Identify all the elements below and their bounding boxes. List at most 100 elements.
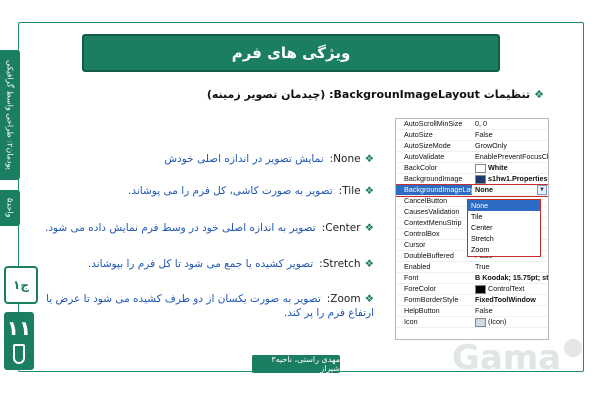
dropdown-option-stretch[interactable]: Stretch [468, 233, 540, 244]
property-row[interactable]: AutoSizeMode GrowOnly [396, 141, 548, 152]
property-name: ControlBox [404, 229, 440, 238]
watermark-text: Gama [452, 338, 562, 378]
chevron-down-icon[interactable]: ▼ [537, 185, 547, 195]
property-name: CausesValidation [404, 207, 460, 216]
section-subtitle-text: تنظیمات BackgrounImageLayout: (چیدمان تص… [206, 88, 531, 101]
property-value-text: (Icon) [488, 317, 507, 326]
property-name: BackgroundImageLayout [396, 185, 472, 195]
property-value-text: ControlText [488, 284, 525, 293]
property-value[interactable]: False [472, 130, 548, 140]
property-row-selected[interactable]: BackgroundImageLayoutNone ▼ [396, 184, 548, 197]
layout-item-stretch: ❖Stretch: تصویر کشیده یا جمع می شود تا کل… [88, 258, 374, 270]
layout-desc: تصویر به اندازه اصلی خود در وسط فرم نمای… [44, 222, 316, 234]
property-name: Font [404, 273, 419, 282]
property-value[interactable]: B Koodak; 15.75pt; style=E [472, 273, 548, 283]
property-row[interactable]: AutoValidate EnablePreventFocusChange [396, 152, 548, 163]
property-name: Enabled [404, 262, 431, 271]
dropdown-option-zoom[interactable]: Zoom [468, 244, 540, 255]
chapter-badge-label: ج۱ [13, 278, 29, 292]
diamond-bullet-icon: ❖ [364, 258, 374, 270]
watermark-icon [564, 339, 582, 357]
footer-author: مهدی راستی، ناحیه۳ شیراز [252, 355, 340, 373]
property-value-text: None [475, 185, 493, 194]
property-row[interactable]: Font B Koodak; 15.75pt; style=E [396, 273, 548, 284]
diamond-bullet-icon: ❖ [364, 185, 374, 197]
page-number-badge: ۱۱ [4, 312, 34, 370]
layout-desc: نمایش تصویر در اندازه اصلی خودش [164, 153, 324, 165]
diamond-bullet-icon: ❖ [534, 88, 544, 101]
unit-tab: واحد۵ [0, 190, 20, 226]
property-value[interactable]: ControlText [472, 284, 548, 294]
dropdown-option-tile[interactable]: Tile [468, 211, 540, 222]
footer-author-text: مهدی راستی، ناحیه۳ شیراز [271, 355, 340, 373]
property-row[interactable]: AutoSize False [396, 130, 548, 141]
layout-tag: None: [329, 153, 361, 165]
property-name: HelpButton [404, 306, 440, 315]
color-swatch-icon [475, 163, 486, 173]
dropdown-option-center[interactable]: Center [468, 222, 540, 233]
lesson-tab-label: پودمان۲: طراحی واسط گرافیکی [5, 60, 15, 170]
property-name: BackColor [404, 163, 438, 172]
property-value[interactable]: None ▼ [472, 185, 548, 195]
dropdown-option-none[interactable]: None [468, 200, 540, 211]
property-row[interactable]: Enabled True [396, 262, 548, 273]
layout-desc: تصویر کشیده یا جمع می شود تا کل فرم را ب… [87, 258, 314, 270]
property-name: ContextMenuStrip [404, 218, 462, 227]
property-name: ForeColor [404, 284, 436, 293]
property-value[interactable]: (Icon) [472, 317, 548, 327]
property-name: AutoValidate [404, 152, 445, 161]
layout-tag: Tile: [338, 185, 361, 197]
property-name: Icon [404, 317, 418, 326]
property-row[interactable]: BackColor White [396, 163, 548, 174]
slide: ویژگی های فرم پودمان۲: طراحی واسط گرافیک… [0, 0, 600, 400]
property-value[interactable]: White [472, 163, 548, 173]
layout-dropdown-list[interactable]: None Tile Center Stretch Zoom [467, 199, 541, 257]
section-subtitle: ❖تنظیمات BackgrounImageLayout: (چیدمان ت… [207, 88, 544, 101]
layout-item-none: ❖None: نمایش تصویر در اندازه اصلی خودش [164, 153, 374, 165]
property-value-text: B Koodak; 15.75pt; style=E [475, 273, 548, 282]
diamond-bullet-icon: ❖ [364, 293, 374, 305]
color-swatch-icon [475, 284, 486, 294]
layout-tag: Center: [321, 222, 361, 234]
property-value[interactable]: s1hw1.Properties.Res [472, 174, 548, 184]
diamond-bullet-icon: ❖ [364, 222, 374, 234]
property-name: FormBorderStyle [404, 295, 459, 304]
property-row[interactable]: FormBorderStyle FixedToolWindow [396, 295, 548, 306]
property-value[interactable]: GrowOnly [472, 141, 548, 151]
property-value[interactable]: FixedToolWindow [472, 295, 548, 305]
property-value-text: FixedToolWindow [475, 295, 536, 304]
pen-icon [13, 344, 25, 364]
property-name: AutoSize [404, 130, 433, 139]
layout-desc: تصویر به صورت یکسان از دو طرف کشیده می ش… [46, 293, 374, 319]
lesson-tab: پودمان۲: طراحی واسط گرافیکی [0, 50, 20, 180]
property-value[interactable]: True [472, 262, 548, 272]
property-row[interactable]: AutoScrollMinSize 0, 0 [396, 119, 548, 130]
layout-item-zoom: ❖Zoom:تصویر به صورت یکسان از دو طرف کشید… [44, 292, 374, 320]
property-row[interactable]: ForeColor ControlText [396, 284, 548, 295]
property-name: CancelButton [404, 196, 448, 205]
image-thumbnail-icon [475, 174, 486, 184]
slide-title-bar: ویژگی های فرم [82, 34, 500, 72]
app-icon [475, 317, 486, 327]
layout-item-tile: ❖Tile: تصویر به صورت کاشی، کل فرم را می پ… [128, 185, 374, 197]
property-value[interactable]: 0, 0 [472, 119, 548, 129]
layout-desc: تصویر به صورت کاشی، کل فرم را می پوشاند. [128, 185, 333, 197]
property-value[interactable]: False [472, 306, 548, 316]
property-name: AutoSizeMode [404, 141, 451, 150]
page-number: ۱۱ [6, 316, 32, 340]
diamond-bullet-icon: ❖ [364, 153, 374, 165]
property-value[interactable]: EnablePreventFocusChange [472, 152, 548, 162]
unit-tab-label: واحد۵ [5, 198, 15, 218]
property-row[interactable]: BackgroundImage s1hw1.Properties.Res [396, 174, 548, 185]
property-name: BackgroundImage [404, 174, 463, 183]
property-value-text: White [488, 163, 508, 172]
slide-title: ویژگی های فرم [231, 44, 351, 62]
chapter-badge: ج۱ [4, 266, 38, 304]
layout-tag: Zoom: [326, 293, 361, 305]
property-name: DoubleBuffered [404, 251, 454, 260]
property-name: AutoScrollMinSize [404, 119, 463, 128]
property-row[interactable]: Icon (Icon) [396, 317, 548, 328]
property-row[interactable]: HelpButton False [396, 306, 548, 317]
property-name: Cursor [404, 240, 426, 249]
layout-tag: Stretch: [319, 258, 361, 270]
